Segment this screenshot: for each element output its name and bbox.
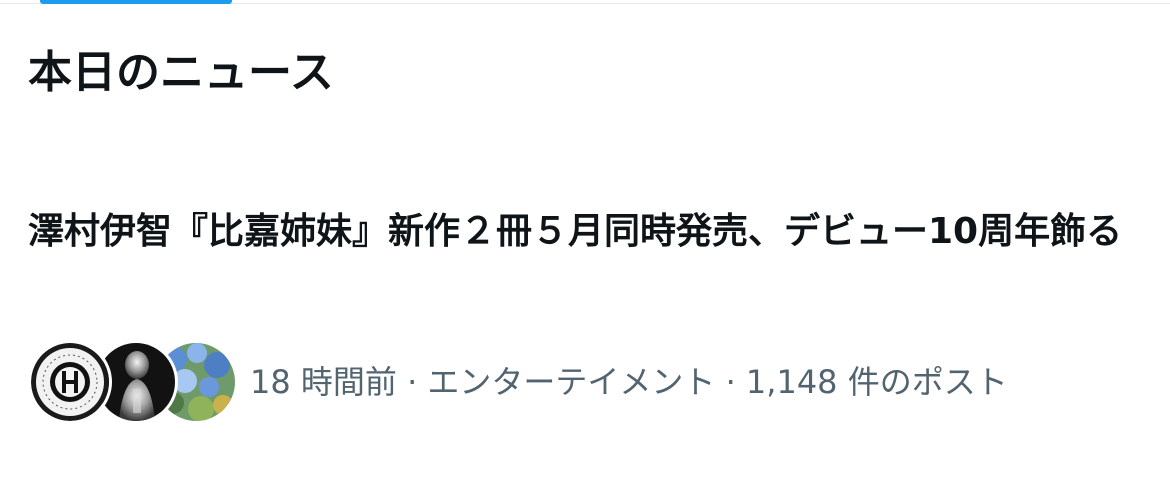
section-title: 本日のニュース	[28, 47, 334, 98]
kadokawa-horror-bunko-logo-icon	[28, 340, 112, 424]
news-meta-row: 18 時間前 · エンターテイメント · 1,148 件のポスト	[28, 340, 1008, 424]
active-tab-indicator	[40, 0, 232, 4]
news-meta-text: 18 時間前 · エンターテイメント · 1,148 件のポスト	[250, 363, 1008, 401]
news-headline[interactable]: 澤村伊智『比嘉姉妹』新作２冊５月同時発売、デビュー10周年飾る	[28, 206, 1138, 258]
avatar-stack	[28, 340, 238, 424]
